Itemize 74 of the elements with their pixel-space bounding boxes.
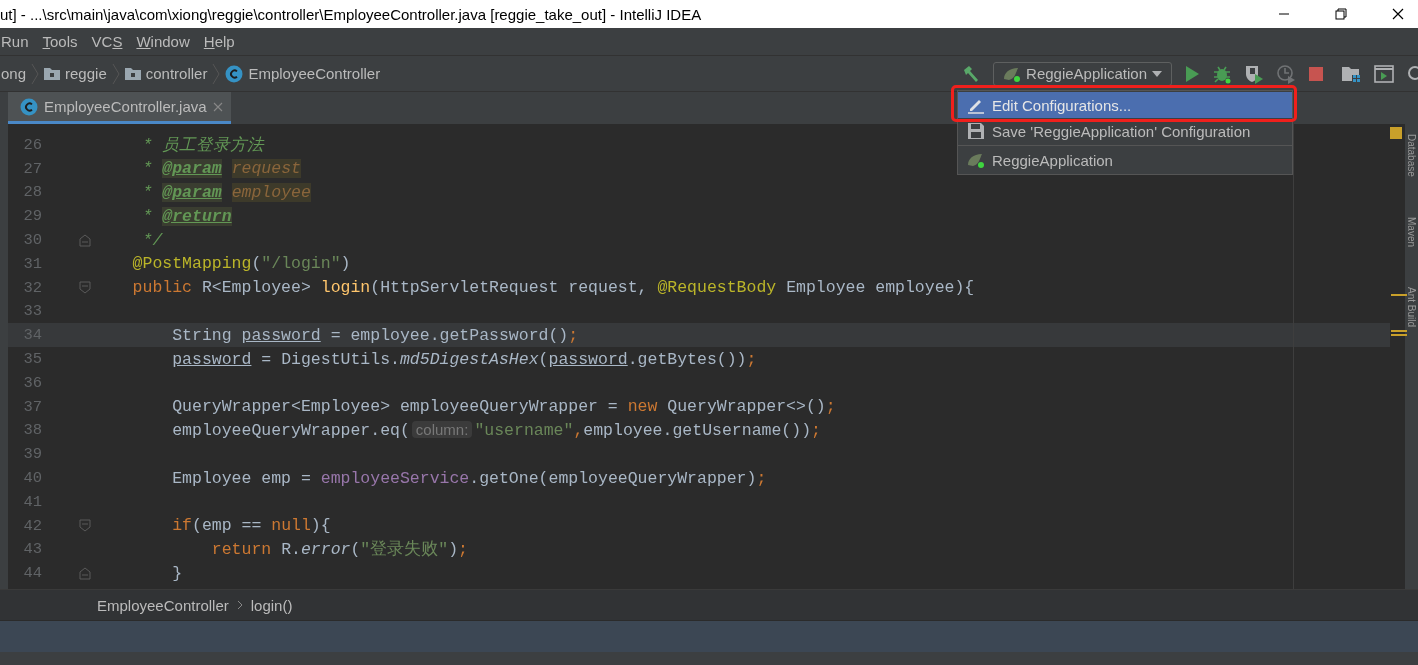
tool-window-button[interactable]: Ant Build bbox=[1406, 286, 1417, 327]
code-line: @PostMapping("/login") bbox=[132, 254, 351, 274]
close-icon[interactable] bbox=[1392, 8, 1404, 20]
line-number: 35 bbox=[22, 350, 42, 369]
line-number: 26 bbox=[22, 135, 42, 154]
breadcrumb-item[interactable]: controller bbox=[145, 65, 208, 82]
code-line: * @return bbox=[142, 206, 232, 226]
code-line: public R<Employee> login(HttpServletRequest request, @RequestBody Employee employee){ bbox=[132, 278, 975, 298]
chevron-icon bbox=[236, 600, 243, 610]
code-line: } bbox=[172, 563, 183, 583]
line-number: 39 bbox=[22, 445, 42, 464]
folder-icon bbox=[44, 67, 61, 80]
search-icon[interactable] bbox=[1406, 64, 1418, 83]
line-number: 27 bbox=[22, 159, 42, 178]
line-number: 44 bbox=[22, 564, 42, 583]
line-number: 29 bbox=[22, 207, 42, 226]
line-number: 40 bbox=[22, 469, 42, 488]
breadcrumb-item[interactable]: ong bbox=[1, 65, 27, 82]
line-number: 38 bbox=[22, 421, 42, 440]
tool-window-button[interactable]: Maven bbox=[1406, 216, 1417, 247]
line-number: 33 bbox=[22, 302, 42, 321]
chevron-icon bbox=[212, 62, 221, 85]
chevron-icon bbox=[111, 62, 120, 85]
line-number: 36 bbox=[22, 373, 42, 392]
save-icon bbox=[966, 122, 986, 140]
line-number: 42 bbox=[22, 516, 42, 535]
run-icon[interactable] bbox=[1184, 64, 1200, 83]
run-configuration-dropdown[interactable]: ReggieApplication bbox=[993, 61, 1172, 86]
window-title: ut] - ...\src\main\java\com\xiong\reggie\controller\EmployeeController.java [reggie_take_out] - IntelliJ IDEA bbox=[0, 5, 702, 23]
code-line: * @param employee bbox=[142, 183, 311, 202]
code-line: Employee emp = employeeService.getOne(employeeQueryWrapper); bbox=[172, 468, 767, 488]
error-stripe-mark[interactable] bbox=[1391, 330, 1407, 338]
class-icon bbox=[225, 64, 244, 83]
menu-item[interactable]: Save 'ReggieApplication' Configuration bbox=[958, 118, 1292, 144]
folder-grid-icon[interactable] bbox=[1342, 64, 1362, 83]
line-number: 37 bbox=[22, 397, 42, 416]
warning-marker[interactable] bbox=[1390, 127, 1402, 139]
tool-window-button[interactable]: Database bbox=[1406, 134, 1417, 177]
code-line: employeeQueryWrapper.eq( column: "username",employee.getUsername()); bbox=[172, 420, 821, 440]
code-line: return R.error("登录失败"); bbox=[211, 539, 468, 561]
menu-item[interactable]: Run bbox=[1, 33, 29, 50]
menu-item[interactable]: Tools bbox=[42, 33, 78, 50]
breadcrumb-item[interactable]: reggie bbox=[65, 65, 107, 82]
code-line: password = DigestUtils.md5DigestAsHex(password.getBytes()); bbox=[172, 349, 757, 369]
stop-icon[interactable] bbox=[1308, 65, 1324, 82]
menu-item[interactable]: VCS bbox=[91, 33, 123, 50]
breadcrumb-item[interactable]: EmployeeController bbox=[248, 65, 381, 82]
code-line: QueryWrapper<Employee> employeeQueryWrapper = new QueryWrapper<>(); bbox=[172, 397, 836, 417]
code-line: * @param request bbox=[142, 159, 301, 179]
menu-item[interactable]: Window bbox=[136, 33, 190, 50]
breadcrumb-item[interactable]: login() bbox=[250, 596, 293, 614]
code-line: * 员工登录方法 bbox=[142, 134, 265, 156]
code-line: if(emp == null){ bbox=[172, 516, 331, 536]
app-icon bbox=[966, 151, 986, 169]
line-number: 41 bbox=[22, 492, 42, 511]
menu-item[interactable]: ReggieApplication bbox=[958, 147, 1292, 173]
line-number: 30 bbox=[22, 231, 42, 250]
line-number: 31 bbox=[22, 254, 42, 273]
line-number: 28 bbox=[22, 183, 42, 202]
shield-icon[interactable] bbox=[1244, 63, 1264, 84]
line-number: 32 bbox=[22, 278, 42, 297]
menu-item[interactable]: Help bbox=[203, 33, 235, 50]
class-icon bbox=[20, 97, 38, 116]
menu-item[interactable]: Edit Configurations... bbox=[958, 92, 1292, 118]
chevron-icon bbox=[31, 62, 40, 85]
code-line: */ bbox=[142, 230, 163, 250]
breadcrumb-item[interactable]: EmployeeController bbox=[97, 596, 229, 614]
line-number: 43 bbox=[22, 540, 42, 559]
caret-icon bbox=[1151, 69, 1163, 78]
folder-icon bbox=[124, 67, 141, 80]
window-icon[interactable] bbox=[1374, 64, 1394, 83]
code-line: String password = employee.getPassword(); bbox=[172, 325, 579, 345]
editor-tab[interactable]: EmployeeController.java bbox=[8, 92, 231, 124]
maximize-icon[interactable] bbox=[1335, 8, 1347, 20]
